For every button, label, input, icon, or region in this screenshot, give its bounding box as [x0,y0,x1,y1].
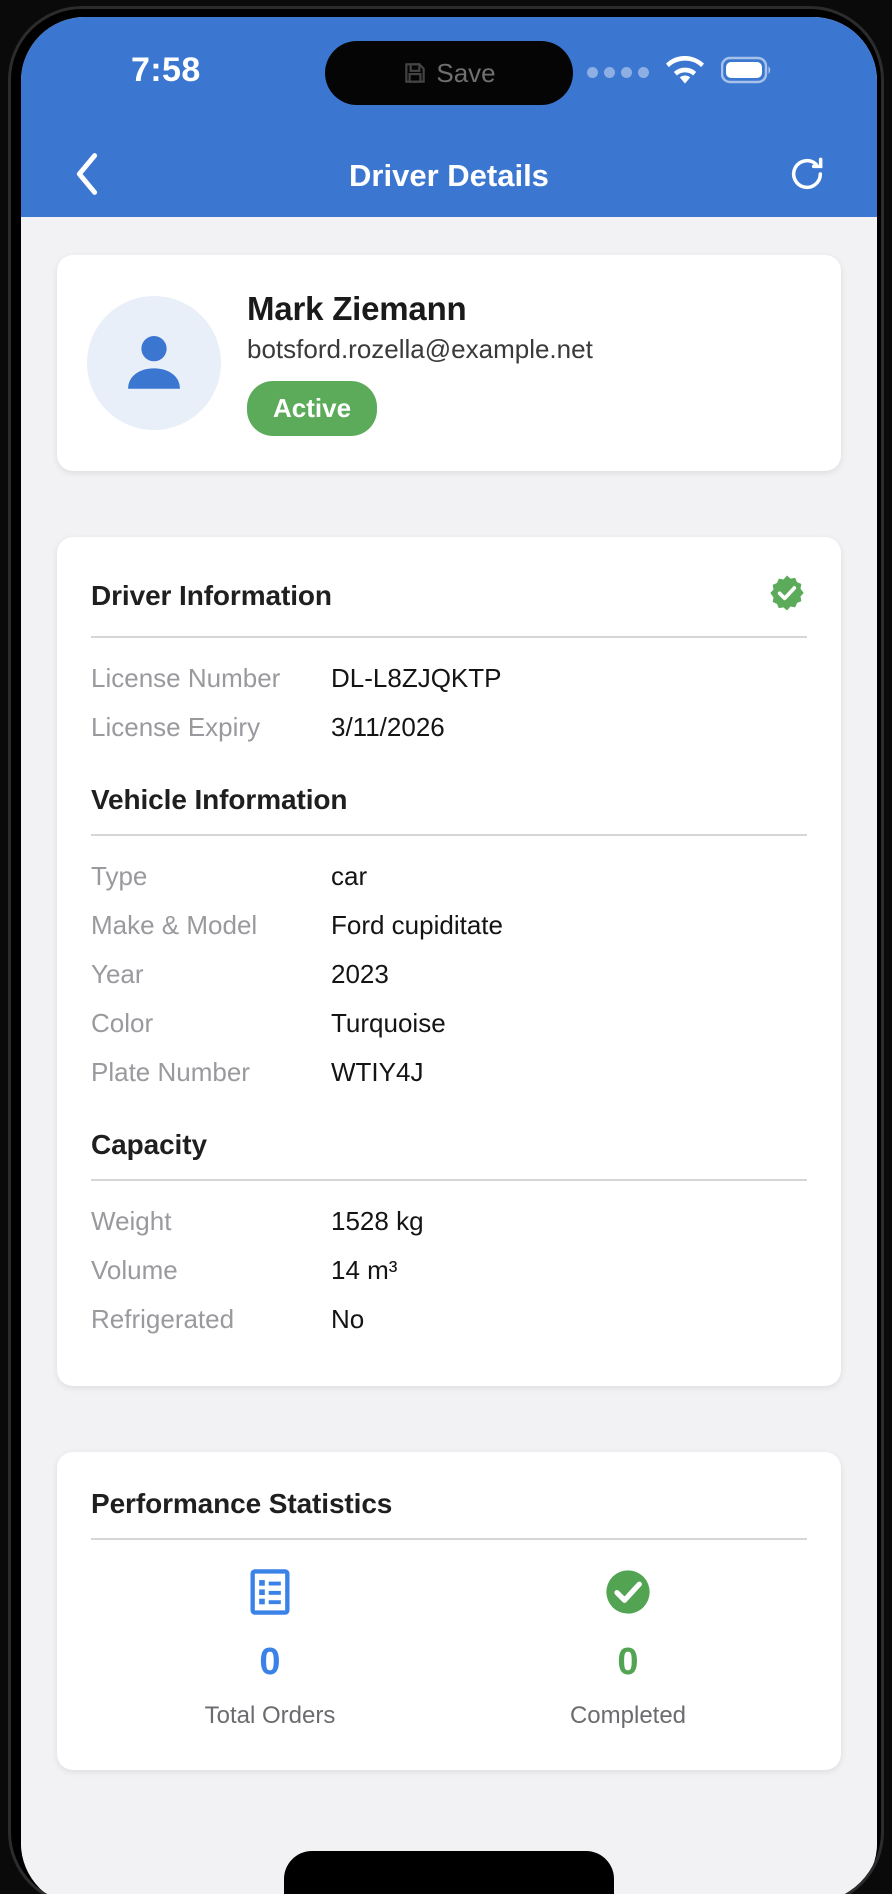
navigation-bar: Driver Details [21,135,877,217]
row-value: car [331,861,368,891]
divider [91,1179,807,1181]
save-floppy-icon [402,60,428,86]
divider [91,636,807,638]
divider [91,834,807,836]
driver-name: Mark Ziemann [247,290,467,327]
home-indicator [284,1851,614,1894]
row-key: Color [91,1008,154,1038]
table-row: Weight 1528 kg [91,1197,807,1246]
divider [91,1538,807,1540]
driver-email: botsford.rozella@example.net [247,334,593,364]
performance-statistics-card: Performance Statistics 0 Total Orders 0 … [57,1452,841,1770]
driver-information-header: Driver Information [91,573,807,618]
scroll-content[interactable]: Mark Ziemann botsford.rozella@example.ne… [21,217,877,1894]
row-value: WTIY4J [331,1057,424,1087]
stat-completed: 0 Completed [449,1566,807,1730]
row-key: Weight [91,1206,172,1236]
driver-info-card: Driver Information License Number DL-L8Z… [57,537,841,1386]
table-row: License Expiry 3/11/2026 [91,703,807,752]
table-row: Refrigerated No [91,1295,807,1344]
status-indicators [587,55,773,90]
status-time: 7:58 [131,51,201,89]
stat-value: 0 [617,1641,639,1683]
verified-badge-icon [767,573,807,618]
table-row: Color Turquoise [91,999,807,1048]
check-circle-icon [602,1566,654,1623]
phone-bezel: 7:58 Save Driver Details Mark Ziemann bo… [8,6,884,1894]
list-document-icon [244,1566,296,1623]
table-row: Year 2023 [91,950,807,999]
row-key: Refrigerated [91,1304,235,1334]
battery-full-icon [720,56,773,89]
row-value: DL-L8ZJQKTP [331,663,502,693]
row-value: 3/11/2026 [331,712,445,742]
row-key: Type [91,861,148,891]
wifi-icon [665,55,705,90]
avatar [87,296,221,430]
row-value: 2023 [331,959,389,989]
table-row: Plate Number WTIY4J [91,1048,807,1097]
status-bar: 7:58 Save [21,17,877,135]
page-title: Driver Details [349,158,549,193]
dynamic-island[interactable]: Save [325,41,573,105]
phone-screen: 7:58 Save Driver Details Mark Ziemann bo… [21,17,877,1894]
row-value: Turquoise [331,1008,446,1038]
status-badge: Active [247,381,378,436]
row-key: Year [91,959,144,989]
table-row: Type car [91,852,807,901]
chevron-left-icon [72,151,102,202]
section-title-capacity: Capacity [91,1129,207,1160]
driver-profile-card: Mark Ziemann botsford.rozella@example.ne… [57,255,841,471]
row-value: No [331,1304,365,1334]
stat-value: 0 [259,1641,281,1683]
table-row: License Number DL-L8ZJQKTP [91,654,807,703]
stat-label: Total Orders [204,1702,336,1729]
row-key: License Number [91,663,281,693]
row-key: Volume [91,1255,178,1285]
table-row: Volume 14 m³ [91,1246,807,1295]
section-title-vehicle-information: Vehicle Information [91,784,348,815]
signal-dots-icon [587,67,649,78]
row-key: Make & Model [91,910,258,940]
phone-frame: 7:58 Save Driver Details Mark Ziemann bo… [0,0,892,1894]
person-icon [117,324,191,403]
section-title-driver-information: Driver Information [91,579,332,611]
stats-grid: 0 Total Orders 0 Completed [91,1566,807,1730]
refresh-button[interactable] [779,148,835,204]
row-value: 1528 kg [331,1206,424,1236]
table-row: Make & Model Ford cupiditate [91,901,807,950]
profile-text-block: Mark Ziemann botsford.rozella@example.ne… [247,290,593,436]
refresh-icon [787,154,827,199]
stat-total-orders: 0 Total Orders [91,1566,449,1730]
back-button[interactable] [59,148,115,204]
row-key: License Expiry [91,712,261,742]
island-save-label: Save [436,57,496,88]
section-title-performance-statistics: Performance Statistics [91,1488,393,1519]
row-value: 14 m³ [331,1255,398,1285]
row-key: Plate Number [91,1057,250,1087]
stat-label: Completed [569,1702,687,1729]
row-value: Ford cupiditate [331,910,503,940]
